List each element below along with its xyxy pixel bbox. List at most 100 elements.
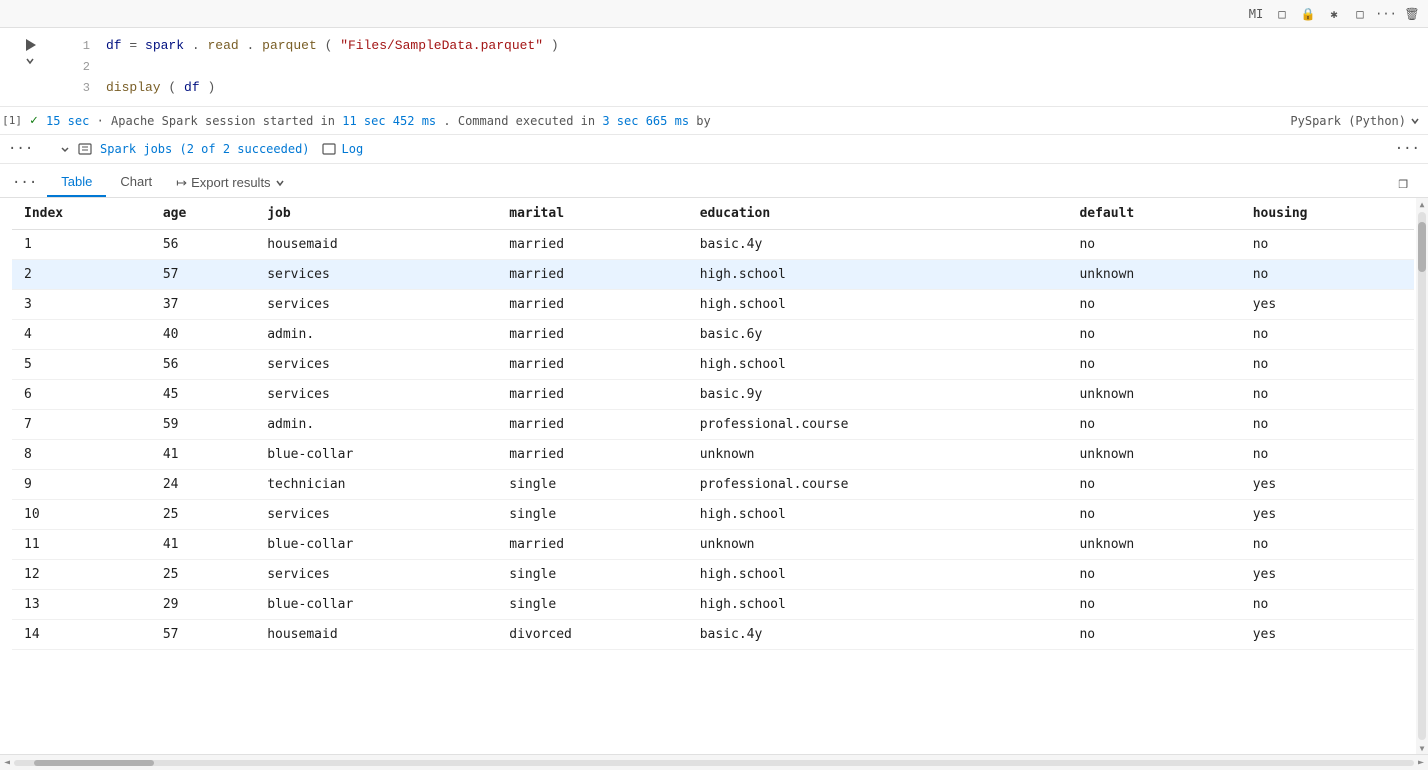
- cell-marital: married: [497, 320, 687, 350]
- expand-table-icon[interactable]: ❐: [1390, 171, 1416, 194]
- cell-marital: divorced: [497, 620, 687, 650]
- export-results-button[interactable]: ↦ Export results: [166, 171, 294, 195]
- cell-housing: yes: [1241, 560, 1414, 590]
- cell-code[interactable]: 1 df = spark . read . parquet ( "Files/S…: [60, 28, 1428, 106]
- comment-icon[interactable]: □: [1352, 6, 1368, 22]
- cell-marital: single: [497, 560, 687, 590]
- cell-housing: no: [1241, 530, 1414, 560]
- cell-age: 45: [151, 380, 255, 410]
- scroll-left-arrow[interactable]: ◄: [0, 757, 14, 768]
- cell-education: high.school: [688, 350, 1068, 380]
- cell-index: 3: [12, 290, 151, 320]
- data-table-container[interactable]: Index age job marital education default …: [0, 198, 1428, 754]
- cell-default: unknown: [1067, 440, 1240, 470]
- data-table: Index age job marital education default …: [12, 198, 1414, 650]
- cell-marital: single: [497, 590, 687, 620]
- more-icon[interactable]: ···: [1378, 6, 1394, 22]
- cell-age: 29: [151, 590, 255, 620]
- cell-marital: married: [497, 230, 687, 260]
- export-icon: ↦: [176, 175, 187, 191]
- tab-chart[interactable]: Chart: [106, 168, 166, 197]
- cell-job: blue-collar: [255, 530, 497, 560]
- table-row: 1225servicessinglehigh.schoolnoyes: [12, 560, 1414, 590]
- spark-jobs-link[interactable]: Spark jobs (2 of 2 succeeded): [100, 142, 310, 156]
- collapse-button[interactable]: [25, 56, 35, 66]
- cell-marital: married: [497, 410, 687, 440]
- cell-age: 40: [151, 320, 255, 350]
- output-area: ··· Table Chart ↦ Export results ❐ ▲ ▼: [0, 164, 1428, 770]
- header-row: Index age job marital education default …: [12, 198, 1414, 230]
- cell-age: 24: [151, 470, 255, 500]
- cell-age: 56: [151, 230, 255, 260]
- row-more-icon[interactable]: ···: [1395, 141, 1420, 157]
- cell-job: services: [255, 500, 497, 530]
- cell-education: high.school: [688, 290, 1068, 320]
- table-row: 841blue-collarmarriedunknownunknownno: [12, 440, 1414, 470]
- cell-default: unknown: [1067, 260, 1240, 290]
- table-row: 924techniciansingleprofessional.courseno…: [12, 470, 1414, 500]
- cell-default: no: [1067, 620, 1240, 650]
- cell-housing: no: [1241, 350, 1414, 380]
- tab-table[interactable]: Table: [47, 168, 106, 197]
- col-job: job: [255, 198, 497, 230]
- cell-housing: no: [1241, 380, 1414, 410]
- delete-icon[interactable]: 🗑: [1404, 6, 1420, 22]
- asterisk-icon[interactable]: ✱: [1326, 6, 1342, 22]
- cell-default: no: [1067, 590, 1240, 620]
- more-dots-left[interactable]: ···: [8, 141, 33, 157]
- cell-education: unknown: [688, 530, 1068, 560]
- cell-job: services: [255, 560, 497, 590]
- cell-default: no: [1067, 410, 1240, 440]
- cell-gutter: [0, 28, 60, 106]
- cell-marital: married: [497, 350, 687, 380]
- cell-age: 37: [151, 290, 255, 320]
- cell-age: 25: [151, 500, 255, 530]
- h-scrollbar-thumb[interactable]: [34, 760, 154, 766]
- log-link[interactable]: Log: [342, 142, 364, 156]
- scroll-up-arrow[interactable]: ▲: [1417, 198, 1427, 210]
- vertical-scrollbar[interactable]: ▲ ▼: [1416, 198, 1428, 754]
- cell-marital: married: [497, 530, 687, 560]
- cell-index: 6: [12, 380, 151, 410]
- cell-education: professional.course: [688, 410, 1068, 440]
- scroll-right-arrow[interactable]: ►: [1414, 757, 1428, 768]
- table-header: Index age job marital education default …: [12, 198, 1414, 230]
- output-more-icon[interactable]: ···: [12, 175, 37, 191]
- cell-job: services: [255, 290, 497, 320]
- cell-index: 9: [12, 470, 151, 500]
- scroll-down-arrow[interactable]: ▼: [1417, 742, 1427, 754]
- lock-icon[interactable]: 🔒: [1300, 6, 1316, 22]
- cell-housing: no: [1241, 440, 1414, 470]
- cell-index: 5: [12, 350, 151, 380]
- table-row: 1141blue-collarmarriedunknownunknownno: [12, 530, 1414, 560]
- cell-education: unknown: [688, 440, 1068, 470]
- cell-housing: no: [1241, 410, 1414, 440]
- cell-marital: married: [497, 290, 687, 320]
- status-check: ✓: [30, 113, 40, 128]
- scrollbar-thumb[interactable]: [1418, 222, 1426, 272]
- mi-icon[interactable]: MI: [1248, 6, 1264, 22]
- code-line-3: 3 display ( df ): [60, 78, 1428, 99]
- table-row: 257servicesmarriedhigh.schoolunknownno: [12, 260, 1414, 290]
- col-index: Index: [12, 198, 151, 230]
- cell-default: unknown: [1067, 530, 1240, 560]
- code-cell: 1 df = spark . read . parquet ( "Files/S…: [0, 28, 1428, 107]
- cell-default: unknown: [1067, 380, 1240, 410]
- col-education: education: [688, 198, 1068, 230]
- cell-job: services: [255, 380, 497, 410]
- cell-education: basic.4y: [688, 620, 1068, 650]
- table-row: 1457housemaiddivorcedbasic.4ynoyes: [12, 620, 1414, 650]
- cell-index: 10: [12, 500, 151, 530]
- cell-age: 41: [151, 440, 255, 470]
- table-row: 337servicesmarriedhigh.schoolnoyes: [12, 290, 1414, 320]
- output-tab-header: ··· Table Chart ↦ Export results ❐: [0, 164, 1428, 198]
- spark-jobs-row: ··· Spark jobs (2 of 2 succeeded) Log ··…: [0, 135, 1428, 164]
- col-housing: housing: [1241, 198, 1414, 230]
- horizontal-scrollbar[interactable]: ◄ ►: [0, 754, 1428, 770]
- col-age: age: [151, 198, 255, 230]
- cell-job: services: [255, 350, 497, 380]
- run-button[interactable]: [23, 38, 37, 52]
- table-row: 1025servicessinglehigh.schoolnoyes: [12, 500, 1414, 530]
- cell-job: housemaid: [255, 620, 497, 650]
- screen-icon[interactable]: □: [1274, 6, 1290, 22]
